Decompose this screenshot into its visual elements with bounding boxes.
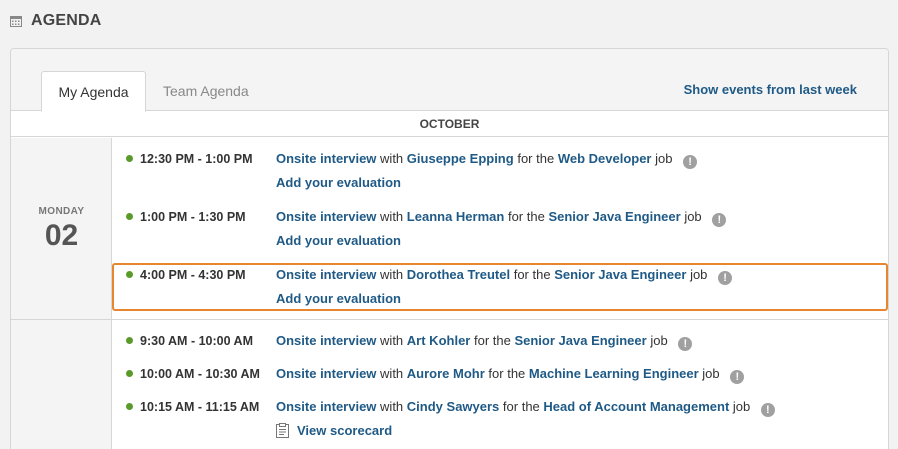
add-evaluation-link[interactable]: Add your evaluation: [276, 233, 401, 248]
info-icon[interactable]: !: [760, 403, 775, 417]
candidate-link[interactable]: Giuseppe Epping: [407, 151, 514, 166]
day-column: [11, 320, 112, 449]
job-text: job: [702, 366, 720, 381]
event-row: 1:00 PM - 1:30 PM Onsite interview with …: [112, 196, 888, 254]
event-row: 10:15 AM - 11:15 AM Onsite interview wit…: [112, 386, 888, 446]
status-dot: [126, 155, 133, 162]
event-row: 12:30 PM - 1:00 PM Onsite interview with…: [112, 138, 888, 196]
event-description: Onsite interview with Giuseppe Epping fo…: [276, 151, 698, 169]
event-time: 10:00 AM - 10:30 AM: [140, 367, 260, 381]
event-type-link[interactable]: Onsite interview: [276, 366, 376, 381]
job-link[interactable]: Senior Java Engineer: [548, 209, 680, 224]
status-dot: [126, 271, 133, 278]
for-text: for the: [473, 333, 511, 348]
agenda-header: AGENDA: [10, 12, 102, 30]
job-link[interactable]: Head of Account Management: [543, 399, 729, 414]
info-icon[interactable]: !: [730, 370, 745, 384]
view-scorecard-link[interactable]: View scorecard: [276, 423, 392, 438]
status-dot: [126, 403, 133, 410]
for-text: for the: [502, 399, 540, 414]
event-description: Onsite interview with Cindy Sawyers for …: [276, 399, 775, 417]
event-row: 10:00 AM - 10:30 AM Onsite interview wit…: [112, 353, 888, 386]
with-text: with: [380, 333, 404, 348]
status-dot: [126, 337, 133, 344]
event-type-link[interactable]: Onsite interview: [276, 209, 376, 224]
for-text: for the: [488, 366, 526, 381]
event-description: Onsite interview with Aurore Mohr for th…: [276, 366, 745, 384]
job-text: job: [650, 333, 668, 348]
event-type-link[interactable]: Onsite interview: [276, 151, 376, 166]
with-text: with: [380, 399, 404, 414]
info-icon[interactable]: !: [683, 155, 698, 169]
month-label: OCTOBER: [11, 111, 888, 137]
event-row: 9:30 AM - 10:00 AM Onsite interview with…: [112, 320, 888, 353]
event-description: Onsite interview with Dorothea Treutel f…: [276, 267, 733, 285]
event-type-link[interactable]: Onsite interview: [276, 333, 376, 348]
event-time: 9:30 AM - 10:00 AM: [140, 334, 253, 348]
weekday-label: MONDAY: [38, 206, 85, 217]
tab-team-agenda[interactable]: Team Agenda: [147, 71, 265, 112]
job-text: job: [690, 267, 708, 282]
add-evaluation-link[interactable]: Add your evaluation: [276, 291, 401, 306]
info-icon[interactable]: !: [718, 271, 733, 285]
job-link[interactable]: Senior Java Engineer: [514, 333, 646, 348]
event-type-link[interactable]: Onsite interview: [276, 399, 376, 414]
clipboard-icon: [276, 423, 289, 438]
job-text: job: [732, 399, 751, 414]
event-description: Onsite interview with Art Kohler for the…: [276, 333, 693, 351]
candidate-link[interactable]: Aurore Mohr: [407, 366, 485, 381]
event-time: 4:00 PM - 4:30 PM: [140, 268, 246, 282]
job-link[interactable]: Web Developer: [558, 151, 652, 166]
calendar-icon: [10, 16, 22, 27]
event-row-highlighted: 4:00 PM - 4:30 PM Onsite interview with …: [112, 263, 888, 311]
day-block: MONDAY 02 12:30 PM - 1:00 PM Onsite inte…: [11, 138, 888, 320]
event-time: 12:30 PM - 1:00 PM: [140, 152, 253, 166]
show-last-week-link[interactable]: Show events from last week: [684, 82, 857, 97]
info-icon[interactable]: !: [712, 213, 727, 227]
page-title: AGENDA: [31, 12, 102, 29]
for-text: for the: [513, 267, 551, 282]
event-type-link[interactable]: Onsite interview: [276, 267, 376, 282]
for-text: for the: [517, 151, 555, 166]
add-evaluation-link[interactable]: Add your evaluation: [276, 175, 401, 190]
for-text: for the: [507, 209, 545, 224]
status-dot: [126, 213, 133, 220]
event-time: 10:15 AM - 11:15 AM: [140, 400, 260, 414]
candidate-link[interactable]: Leanna Herman: [407, 209, 505, 224]
status-dot: [126, 370, 133, 377]
with-text: with: [380, 151, 404, 166]
candidate-link[interactable]: Dorothea Treutel: [407, 267, 510, 282]
day-number: 02: [44, 219, 79, 252]
with-text: with: [380, 366, 404, 381]
with-text: with: [380, 209, 404, 224]
agenda-panel: My Agenda Team Agenda Show events from l…: [10, 48, 889, 449]
job-text: job: [684, 209, 702, 224]
job-link[interactable]: Senior Java Engineer: [554, 267, 686, 282]
tab-my-agenda[interactable]: My Agenda: [41, 71, 146, 112]
candidate-link[interactable]: Cindy Sawyers: [407, 399, 500, 414]
job-text: job: [655, 151, 673, 166]
view-scorecard-label: View scorecard: [297, 423, 393, 438]
info-icon[interactable]: !: [678, 337, 693, 351]
job-link[interactable]: Machine Learning Engineer: [529, 366, 699, 381]
event-time: 1:00 PM - 1:30 PM: [140, 210, 246, 224]
day-column: MONDAY 02: [11, 138, 112, 319]
tabs-bar: My Agenda Team Agenda Show events from l…: [11, 49, 888, 112]
day-block: 9:30 AM - 10:00 AM Onsite interview with…: [11, 320, 888, 449]
candidate-link[interactable]: Art Kohler: [407, 333, 471, 348]
event-description: Onsite interview with Leanna Herman for …: [276, 209, 727, 227]
with-text: with: [380, 267, 404, 282]
